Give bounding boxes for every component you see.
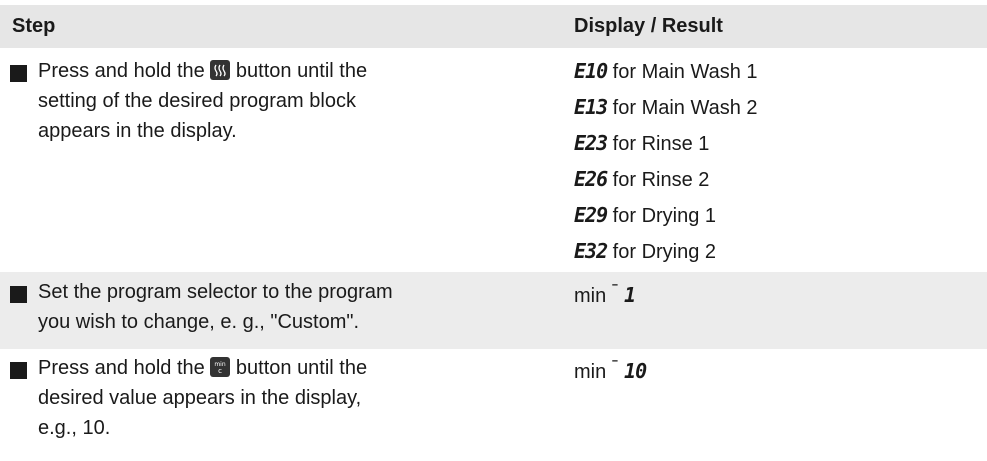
min-c-icon: min c [210, 357, 231, 377]
bullet-icon [10, 65, 27, 82]
header-step: Step [12, 15, 56, 37]
bullet-icon [10, 362, 27, 379]
result-item: E10 for Main Wash 1 [574, 59, 758, 83]
result-item: E29 for Drying 1 [574, 203, 717, 227]
table-row: Press and hold the min c button until the… [0, 349, 987, 461]
result-item: E32 for Drying 2 [574, 239, 717, 263]
step-text: Press and hold the button until the sett… [38, 60, 368, 142]
heat-steam-icon [210, 60, 231, 80]
header-result: Display / Result [574, 15, 723, 37]
table-row: Press and hold the button until the sett… [0, 53, 987, 272]
svg-text:c: c [218, 367, 222, 375]
result-list: E10 for Main Wash 1 E13 for Main Wash 2 … [574, 56, 758, 267]
bullet-icon [10, 286, 27, 303]
result-value: min ˉ 10 [574, 357, 647, 383]
result-value: min ˉ 1 [574, 281, 636, 307]
result-item: E23 for Rinse 1 [574, 131, 710, 155]
step-text: Press and hold the min c button until the… [38, 357, 368, 439]
result-item: E26 for Rinse 2 [574, 167, 710, 191]
table-header: Step Display / Result [0, 5, 987, 48]
step-text: Set the program selector to the program … [38, 281, 393, 333]
result-item: E13 for Main Wash 2 [574, 95, 758, 119]
table-row: Set the program selector to the program … [0, 272, 987, 349]
